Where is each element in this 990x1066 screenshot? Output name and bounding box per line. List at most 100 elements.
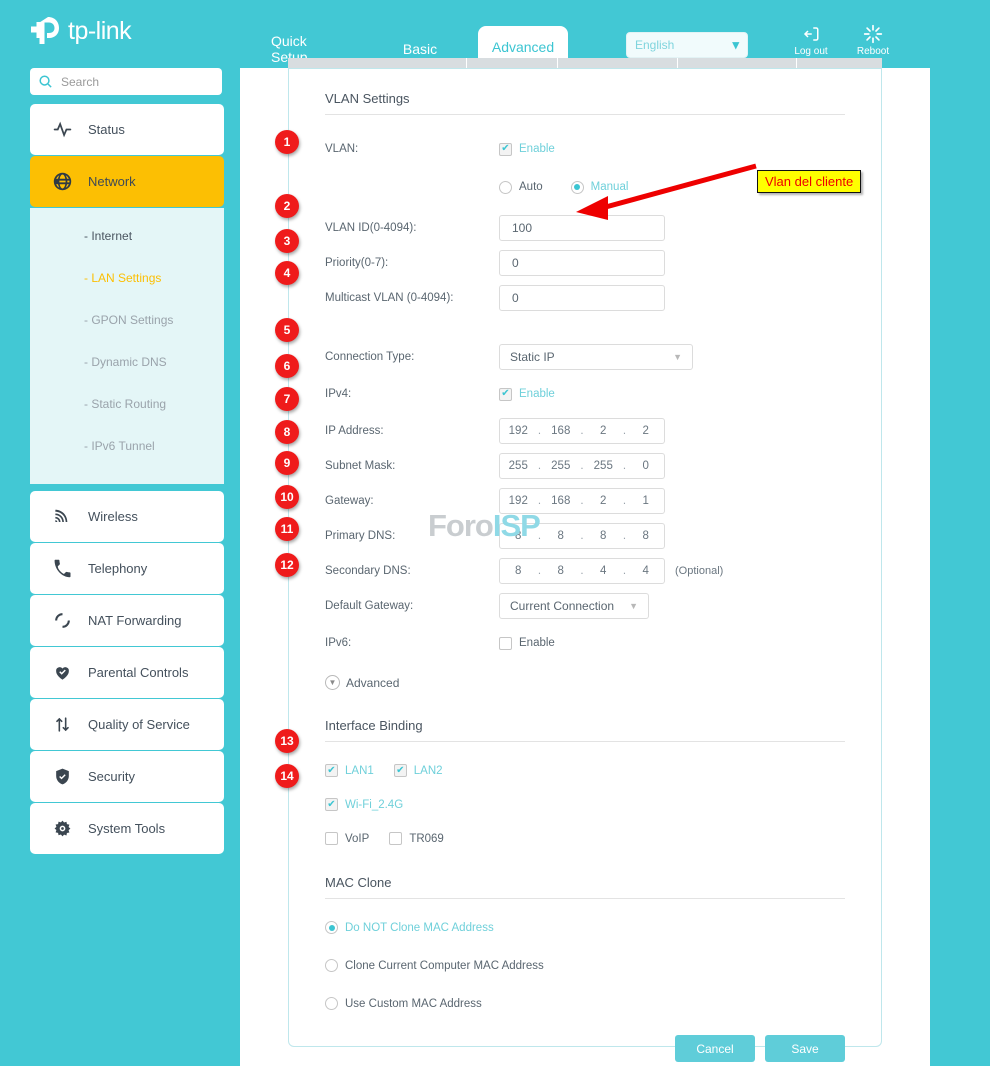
sdns-octet-4[interactable]: 4 <box>628 565 665 577</box>
sidebar-item-nat-forwarding[interactable]: NAT Forwarding <box>30 595 224 646</box>
mask-octet-1[interactable]: 255 <box>500 460 537 472</box>
vlan-section-title: VLAN Settings <box>325 91 410 106</box>
sdns-octet-1[interactable]: 8 <box>500 565 537 577</box>
vlan-enable-checkbox[interactable] <box>499 142 512 156</box>
ip-octet-1[interactable]: 192 <box>500 425 537 437</box>
sidebar-subitem-internet[interactable]: - Internet <box>30 222 224 249</box>
sidebar-item-parental-controls[interactable]: Parental Controls <box>30 647 224 698</box>
annotation-badge-13: 13 <box>275 729 299 753</box>
mac-do-not-clone-label: Do NOT Clone MAC Address <box>345 921 494 934</box>
sidebar-subitem-ipv6-tunnel[interactable]: - IPv6 Tunnel <box>30 432 224 459</box>
secondary-dns-input[interactable]: 8 . 8 . 4 . 4 <box>499 558 665 584</box>
gw-octet-3[interactable]: 2 <box>585 495 622 507</box>
sidebar-subitem-gpon-settings[interactable]: - GPON Settings <box>30 306 224 333</box>
brand-name: tp-link <box>68 16 132 45</box>
binding-lan1-checkbox[interactable] <box>325 764 338 777</box>
annotation-badge-7: 7 <box>275 387 299 411</box>
mac-option-clone-current[interactable]: Clone Current Computer MAC Address <box>325 959 845 972</box>
mac-custom-radio[interactable] <box>325 997 338 1010</box>
secondary-dns-note: (Optional) <box>675 565 724 577</box>
binding-voip-option[interactable]: VoIP <box>325 832 369 845</box>
mask-octet-4[interactable]: 0 <box>628 460 665 472</box>
section-divider <box>325 898 845 899</box>
pdns-octet-3[interactable]: 8 <box>585 530 622 542</box>
vlan-mode-manual-radio[interactable] <box>570 180 584 194</box>
vlan-mode-auto-option[interactable]: Auto <box>499 180 543 194</box>
sidebar-item-system-tools[interactable]: System Tools <box>30 803 224 854</box>
priority-input[interactable]: 0 <box>499 250 665 276</box>
sidebar-subitem-static-routing[interactable]: - Static Routing <box>30 390 224 417</box>
chevron-down-icon: ▼ <box>629 601 638 611</box>
binding-tr069-option[interactable]: TR069 <box>389 832 444 845</box>
vlan-id-label: VLAN ID(0-4094): <box>325 222 417 234</box>
binding-wifi-checkbox[interactable] <box>325 798 338 811</box>
ip-octet-2[interactable]: 168 <box>543 425 580 437</box>
sdns-octet-2[interactable]: 8 <box>543 565 580 577</box>
pdns-octet-1[interactable]: 8 <box>500 530 537 542</box>
logout-button[interactable]: Log out <box>782 24 840 57</box>
pdns-octet-4[interactable]: 8 <box>628 530 665 542</box>
multicast-vlan-input[interactable]: 0 <box>499 285 665 311</box>
mac-option-custom[interactable]: Use Custom MAC Address <box>325 997 845 1010</box>
binding-tr069-checkbox[interactable] <box>389 832 403 845</box>
language-select-value: English <box>635 38 675 52</box>
sidebar-item-wireless[interactable]: Wireless <box>30 491 224 542</box>
sidebar-item-label: Wireless <box>88 509 138 524</box>
sidebar-item-network[interactable]: Network <box>30 156 224 207</box>
gw-octet-1[interactable]: 192 <box>500 495 537 507</box>
cancel-button[interactable]: Cancel <box>675 1035 755 1062</box>
primary-dns-input[interactable]: 8 . 8 . 8 . 8 <box>499 523 665 549</box>
sidebar-item-label: Network <box>88 174 136 189</box>
vlan-id-input[interactable]: 100 <box>499 215 665 241</box>
pdns-octet-2[interactable]: 8 <box>543 530 580 542</box>
annotation-badge-12: 12 <box>275 553 299 577</box>
binding-lan1-option[interactable]: LAN1 <box>325 764 374 777</box>
sidebar-item-status[interactable]: Status <box>30 104 224 155</box>
vlan-id-row: VLAN ID(0-4094): 100 <box>325 215 845 241</box>
gw-octet-4[interactable]: 1 <box>628 495 665 507</box>
advanced-toggle[interactable]: ▼ Advanced <box>325 675 845 690</box>
mac-clone-current-radio[interactable] <box>325 959 338 972</box>
ip-octet-4[interactable]: 2 <box>628 425 665 437</box>
mask-octet-3[interactable]: 255 <box>585 460 622 472</box>
default-gateway-select[interactable]: Current Connection ▼ <box>499 593 649 619</box>
sidebar-subitem-dynamic-dns[interactable]: - Dynamic DNS <box>30 348 224 375</box>
subnet-mask-input[interactable]: 255 . 255 . 255 . 0 <box>499 453 665 479</box>
reboot-button[interactable]: Reboot <box>844 24 902 57</box>
gateway-input[interactable]: 192 . 168 . 2 . 1 <box>499 488 665 514</box>
mac-option-do-not-clone[interactable]: Do NOT Clone MAC Address <box>325 921 845 934</box>
sdns-octet-3[interactable]: 4 <box>585 565 622 577</box>
gw-octet-2[interactable]: 168 <box>543 495 580 507</box>
mac-custom-label: Use Custom MAC Address <box>345 997 482 1010</box>
annotation-badge-11: 11 <box>275 517 299 541</box>
binding-voip-label: VoIP <box>345 832 370 845</box>
save-button[interactable]: Save <box>765 1035 845 1062</box>
vlan-mode-manual-option[interactable]: Manual <box>570 180 628 194</box>
priority-label: Priority(0-7): <box>325 257 389 269</box>
ip-octet-3[interactable]: 2 <box>585 425 622 437</box>
annotation-badge-3: 3 <box>275 229 299 253</box>
sidebar-item-security[interactable]: Security <box>30 751 224 802</box>
binding-voip-checkbox[interactable] <box>325 832 338 845</box>
binding-wifi-option[interactable]: Wi-Fi_2.4G <box>325 798 403 811</box>
sidebar-item-quality-of-service[interactable]: Quality of Service <box>30 699 224 750</box>
sidebar-item-telephony[interactable]: Telephony <box>30 543 224 594</box>
sidebar-item-label: System Tools <box>88 821 166 836</box>
sidebar: Status Network - Internet - LAN Settings… <box>30 104 224 855</box>
ipv4-enable-checkbox[interactable] <box>499 387 512 401</box>
connection-type-select[interactable]: Static IP ▼ <box>499 344 693 370</box>
binding-lan2-checkbox[interactable] <box>393 764 407 777</box>
connection-type-row: Connection Type: Static IP ▼ <box>325 344 845 370</box>
mask-octet-2[interactable]: 255 <box>543 460 580 472</box>
mac-do-not-clone-radio[interactable] <box>325 921 338 934</box>
ipv6-enable-checkbox[interactable] <box>499 636 512 650</box>
ip-address-input[interactable]: 192 . 168 . 2 . 2 <box>499 418 665 444</box>
search-box[interactable] <box>30 68 222 95</box>
reboot-label: Reboot <box>856 46 890 57</box>
shield-icon <box>52 767 72 786</box>
vlan-mode-auto-radio[interactable] <box>499 180 512 194</box>
search-input[interactable] <box>59 73 209 90</box>
sidebar-subitem-lan-settings[interactable]: - LAN Settings <box>30 264 224 291</box>
language-select[interactable]: English ▾ <box>626 32 748 58</box>
binding-lan2-option[interactable]: LAN2 <box>393 764 443 777</box>
